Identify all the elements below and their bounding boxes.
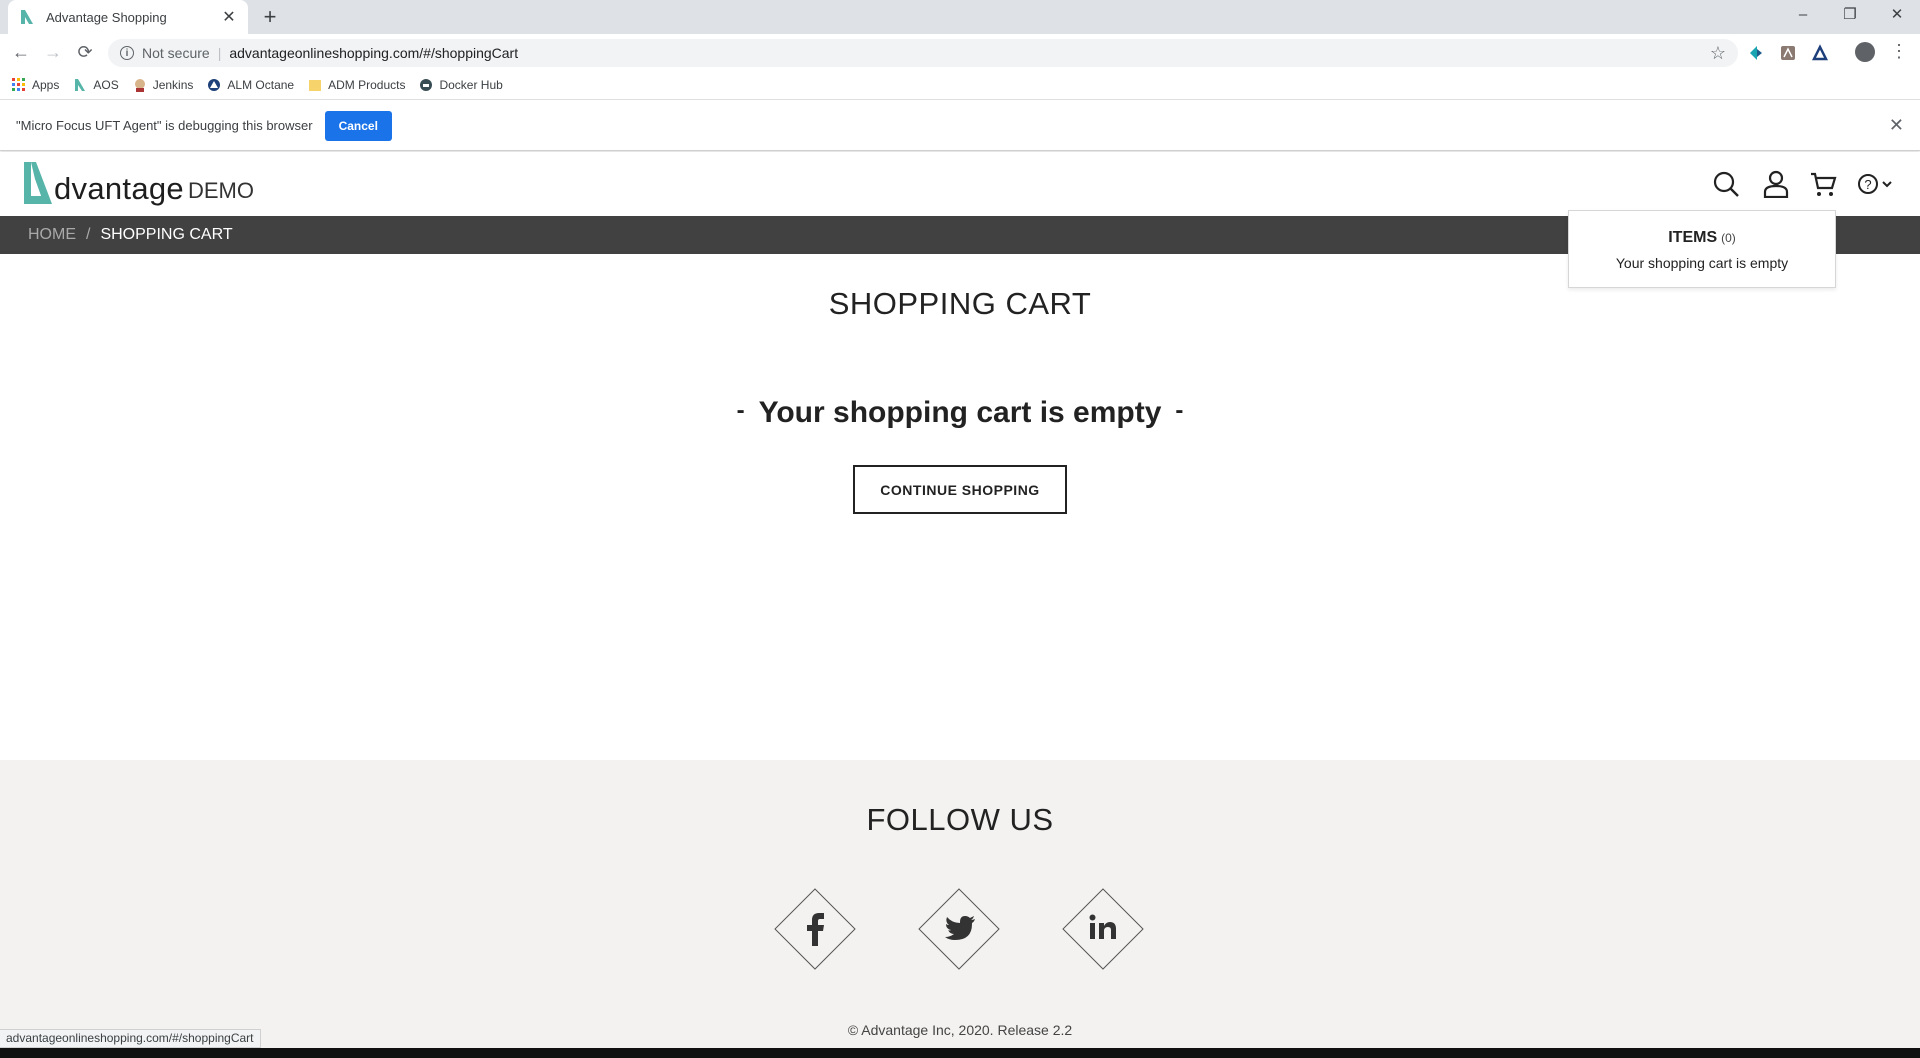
empty-cart-message: Your shopping cart is empty (758, 396, 1162, 429)
decor-dash-right: - (1175, 397, 1184, 424)
user-icon[interactable] (1762, 170, 1790, 198)
jenkins-icon (134, 78, 145, 92)
new-tab-icon[interactable]: + (258, 6, 282, 28)
apps-grid-icon (12, 77, 25, 91)
cart-popup-header: ITEMS (0) (1569, 229, 1835, 247)
tab-title: Advantage Shopping (46, 9, 167, 25)
browser-menu-icon[interactable]: ⋮ (1890, 42, 1908, 60)
os-taskbar (0, 1048, 1920, 1058)
aos-logo-icon (75, 78, 86, 91)
minimize-icon[interactable]: – (1788, 4, 1818, 26)
continue-shopping-button[interactable]: CONTINUE SHOPPING (853, 465, 1067, 514)
bookmarks-bar: Apps AOS Jenkins ALM Octane ADM Products… (0, 70, 1920, 100)
bookmark-aos[interactable]: AOS (73, 77, 119, 92)
bookmark-jenkins[interactable]: Jenkins (133, 77, 194, 92)
cart-icon[interactable] (1809, 170, 1837, 198)
bookmark-star-icon[interactable]: ☆ (1710, 43, 1726, 64)
bookmark-label: AOS (93, 77, 119, 92)
copyright-text: © Advantage Inc, 2020. Release 2.2 (847, 1022, 1073, 1038)
site-logo[interactable]: dvantage DEMO (22, 160, 254, 206)
browser-toolbar: ← → ⟳ i Not secure | advantageonlineshop… (0, 34, 1920, 70)
cart-popup-count: (0) (1721, 231, 1736, 245)
breadcrumb-separator: / (86, 226, 91, 243)
address-bar[interactable]: i Not secure | advantageonlineshopping.c… (108, 39, 1738, 67)
alm-octane-icon (208, 78, 221, 91)
reload-icon[interactable]: ⟳ (74, 41, 96, 63)
svg-text:?: ? (1864, 177, 1871, 192)
twitter-icon[interactable] (918, 888, 1000, 970)
tab-close-icon[interactable]: ✕ (220, 7, 238, 27)
bookmark-label: Jenkins (152, 77, 194, 92)
breadcrumb-current: SHOPPING CART (100, 226, 233, 243)
footer: FOLLOW US © Advantage Inc, 2020. Release… (0, 760, 1920, 1048)
infobar-message: "Micro Focus UFT Agent" is debugging thi… (16, 118, 313, 133)
bookmark-apps[interactable]: Apps (12, 77, 60, 92)
infobar-close-icon[interactable]: ✕ (1889, 115, 1904, 136)
decor-dash-left: - (736, 397, 745, 424)
facebook-icon[interactable] (774, 888, 856, 970)
logo-wordmark: dvantage (54, 171, 184, 206)
empty-cart-message-row: - Your shopping cart is empty - (0, 396, 1920, 430)
follow-us-title: FOLLOW US (866, 802, 1054, 837)
extension-octane-icon[interactable] (1811, 44, 1829, 62)
profile-avatar-icon[interactable] (1855, 42, 1875, 62)
debug-infobar: "Micro Focus UFT Agent" is debugging thi… (0, 101, 1920, 151)
bookmark-label: ALM Octane (227, 77, 295, 92)
url-separator: | (217, 45, 222, 61)
back-arrow-icon[interactable]: ← (10, 41, 32, 63)
bookmark-label: Docker Hub (439, 77, 503, 92)
security-label: Not secure (142, 45, 210, 61)
folder-icon (309, 79, 322, 91)
bookmark-label: ADM Products (328, 77, 406, 92)
browser-tabbar: Advantage Shopping ✕ + – ❐ ✕ (0, 0, 1920, 34)
browser-tab[interactable]: Advantage Shopping ✕ (8, 0, 248, 34)
infobar-cancel-button[interactable]: Cancel (324, 110, 392, 141)
cart-popup: ITEMS (0) Your shopping cart is empty (1568, 210, 1836, 288)
url-text[interactable]: advantageonlineshopping.com/#/shoppingCa… (229, 45, 518, 61)
advantage-logo-icon (24, 162, 52, 204)
bookmark-adm-products[interactable]: ADM Products (308, 78, 405, 92)
extension-uft-icon[interactable] (1747, 44, 1765, 62)
search-icon[interactable] (1712, 170, 1740, 198)
linkedin-icon[interactable] (1062, 888, 1144, 970)
docker-icon (420, 78, 433, 91)
site-header: dvantage DEMO ? (0, 152, 1920, 216)
restore-icon[interactable]: ❐ (1835, 4, 1865, 26)
cart-popup-message: Your shopping cart is empty (1615, 255, 1789, 271)
info-icon[interactable]: i (120, 46, 134, 60)
window-close-icon[interactable]: ✕ (1882, 4, 1912, 26)
breadcrumb-home-link[interactable]: HOME (28, 226, 76, 244)
cart-popup-title: ITEMS (1668, 229, 1718, 246)
forward-arrow-icon[interactable]: → (42, 41, 64, 63)
bookmark-docker-hub[interactable]: Docker Hub (419, 77, 503, 92)
logo-demo-label: DEMO (187, 178, 254, 203)
browser-status-url: advantageonlineshopping.com/#/shoppingCa… (0, 1029, 261, 1048)
help-dropdown-icon[interactable]: ? (1856, 170, 1896, 198)
page-title: SHOPPING CART (828, 286, 1092, 321)
bookmark-alm-octane[interactable]: ALM Octane (207, 78, 294, 92)
bookmark-label: Apps (32, 77, 60, 92)
aos-favicon-icon (21, 10, 33, 24)
extension-pdf-icon[interactable] (1779, 44, 1797, 62)
